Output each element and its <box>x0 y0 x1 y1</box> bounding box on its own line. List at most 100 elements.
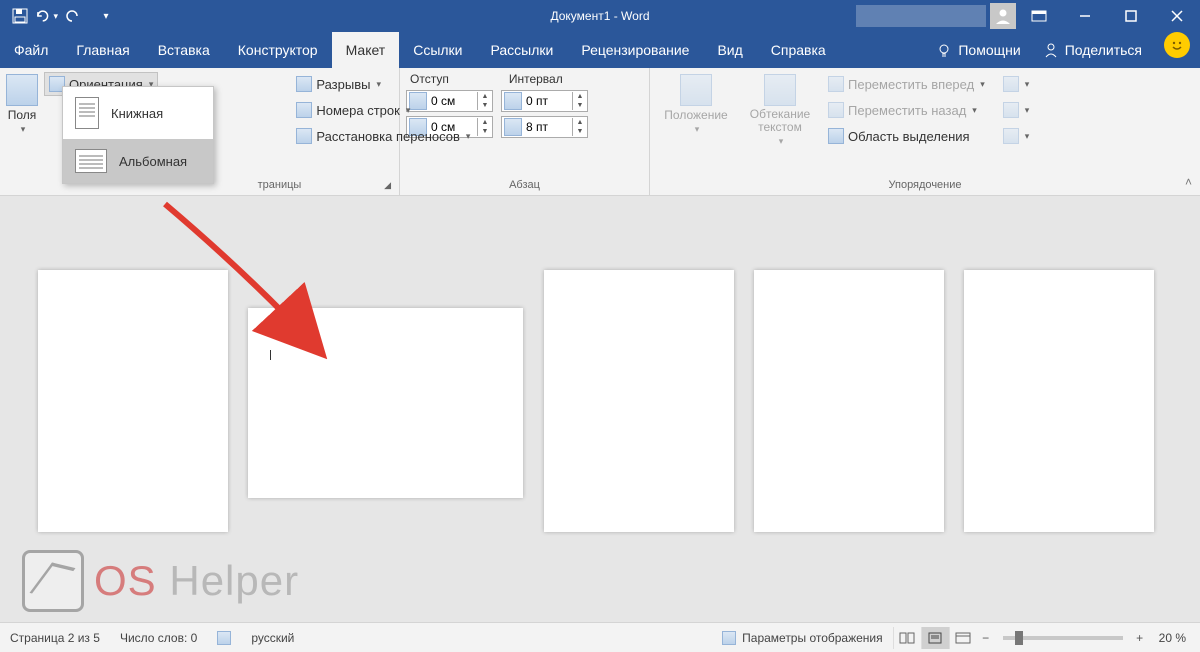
zoom-out-button[interactable]: − <box>977 631 995 645</box>
watermark-os: OS <box>94 557 169 604</box>
user-name-placeholder[interactable] <box>856 5 986 27</box>
spacing-before-input[interactable] <box>524 94 572 108</box>
watermark-helper: Helper <box>169 557 299 604</box>
margins-button[interactable]: Поля ▾ <box>6 72 38 179</box>
redo-icon[interactable] <box>60 4 84 28</box>
selection-pane-button[interactable]: Область выделения <box>824 124 989 148</box>
page-5[interactable] <box>964 270 1154 532</box>
status-page[interactable]: Страница 2 из 5 <box>0 631 110 645</box>
spin-up[interactable]: ▲ <box>573 118 587 127</box>
orientation-portrait-item[interactable]: Книжная <box>63 87 213 139</box>
page-3[interactable] <box>544 270 734 532</box>
status-display-settings[interactable]: Параметры отображения <box>712 631 893 645</box>
page-setup-launcher-icon[interactable]: ◢ <box>384 180 391 191</box>
align-button[interactable]: ▾ <box>999 72 1034 96</box>
user-avatar-icon[interactable] <box>990 3 1016 29</box>
send-backward-label: Переместить назад <box>848 103 966 118</box>
spin-down[interactable]: ▼ <box>478 101 492 110</box>
rotate-icon <box>1003 128 1019 144</box>
tab-insert[interactable]: Вставка <box>144 32 224 68</box>
line-numbers-button[interactable]: Номера строк▾ <box>292 98 474 122</box>
zoom-in-button[interactable]: + <box>1131 631 1149 645</box>
feedback-smiley-icon[interactable] <box>1164 32 1190 58</box>
qat-customize-icon[interactable]: ▾ <box>94 4 118 28</box>
tab-review[interactable]: Рецензирование <box>567 32 703 68</box>
view-read-mode-icon[interactable] <box>893 627 921 649</box>
status-proofing-icon[interactable] <box>207 631 241 645</box>
share-icon <box>1043 42 1059 58</box>
tab-references[interactable]: Ссылки <box>399 32 476 68</box>
spacing-header: Интервал <box>509 72 563 86</box>
page-4[interactable] <box>754 270 944 532</box>
undo-icon[interactable]: ▾ <box>34 4 58 28</box>
tell-me-search[interactable]: Помощни <box>926 32 1030 68</box>
send-backward-button[interactable]: Переместить назад▾ <box>824 98 989 122</box>
group-objects-button[interactable]: ▾ <box>999 98 1034 122</box>
collapse-ribbon-icon[interactable]: ˄ <box>1185 175 1192 189</box>
save-icon[interactable] <box>8 4 32 28</box>
spin-up[interactable]: ▲ <box>478 118 492 127</box>
text-cursor <box>270 350 271 360</box>
share-button[interactable]: Поделиться <box>1031 32 1154 68</box>
status-language[interactable]: русский <box>241 631 304 645</box>
position-button[interactable]: Положение ▾ <box>656 72 736 179</box>
zoom-slider-thumb[interactable] <box>1015 631 1023 645</box>
portrait-page-icon <box>75 97 99 129</box>
watermark-cursor-icon <box>22 550 84 612</box>
ribbon-tabs: Файл Главная Вставка Конструктор Макет С… <box>0 32 1200 68</box>
spacing-after-spinner[interactable]: ▲▼ <box>501 116 588 138</box>
lightbulb-icon <box>936 42 952 58</box>
share-label: Поделиться <box>1065 42 1142 58</box>
document-canvas[interactable]: OS Helper <box>0 196 1200 622</box>
spacing-before-spinner[interactable]: ▲▼ <box>501 90 588 112</box>
tab-home[interactable]: Главная <box>62 32 143 68</box>
tab-view[interactable]: Вид <box>703 32 756 68</box>
spin-down[interactable]: ▼ <box>573 127 587 136</box>
rotate-button[interactable]: ▾ <box>999 124 1034 148</box>
group-page-setup: Поля ▾ Ориентация▾ Разрывы▾ Номера строк… <box>0 68 400 195</box>
selection-pane-icon <box>828 128 844 144</box>
spin-up[interactable]: ▲ <box>478 92 492 101</box>
quick-access-toolbar: ▾ ▾ <box>0 4 118 28</box>
tab-layout[interactable]: Макет <box>332 32 400 68</box>
group-icon <box>1003 102 1019 118</box>
spin-down[interactable]: ▼ <box>478 127 492 136</box>
orientation-dropdown: Книжная Альбомная <box>62 86 214 184</box>
group-arrange-caption: Упорядочение <box>656 179 1194 193</box>
breaks-button[interactable]: Разрывы▾ <box>292 72 474 96</box>
spin-up[interactable]: ▲ <box>573 92 587 101</box>
landscape-page-icon <box>75 149 107 173</box>
group-paragraph-caption: Абзац <box>406 179 643 193</box>
page-1[interactable] <box>38 270 228 532</box>
display-settings-icon <box>722 631 736 645</box>
tab-file[interactable]: Файл <box>0 32 62 68</box>
bring-forward-icon <box>828 76 844 92</box>
view-web-layout-icon[interactable] <box>949 627 977 649</box>
spacing-after-icon <box>504 118 522 136</box>
zoom-level[interactable]: 20 % <box>1149 631 1200 645</box>
bring-forward-button[interactable]: Переместить вперед▾ <box>824 72 989 96</box>
watermark: OS Helper <box>22 550 299 612</box>
view-print-layout-icon[interactable] <box>921 627 949 649</box>
maximize-button[interactable] <box>1108 0 1154 32</box>
orientation-landscape-item[interactable]: Альбомная <box>63 139 213 183</box>
hyphenation-button[interactable]: Расстановка переносов▾ <box>292 124 474 148</box>
group-arrange: Положение ▾ Обтекание текстом ▾ Перемест… <box>650 68 1200 195</box>
zoom-slider[interactable] <box>1003 636 1123 640</box>
margins-icon <box>6 74 38 106</box>
status-word-count[interactable]: Число слов: 0 <box>110 631 207 645</box>
tab-mailings[interactable]: Рассылки <box>477 32 568 68</box>
close-button[interactable] <box>1154 0 1200 32</box>
bring-forward-label: Переместить вперед <box>848 77 974 92</box>
wrap-text-button[interactable]: Обтекание текстом ▾ <box>740 72 820 179</box>
tab-design[interactable]: Конструктор <box>224 32 332 68</box>
minimize-button[interactable] <box>1062 0 1108 32</box>
send-backward-icon <box>828 102 844 118</box>
spin-down[interactable]: ▼ <box>573 101 587 110</box>
page-2[interactable] <box>248 308 523 498</box>
breaks-icon <box>296 76 312 92</box>
spacing-before-icon <box>504 92 522 110</box>
tab-help[interactable]: Справка <box>757 32 840 68</box>
spacing-after-input[interactable] <box>524 120 572 134</box>
ribbon-display-options-icon[interactable] <box>1016 0 1062 32</box>
